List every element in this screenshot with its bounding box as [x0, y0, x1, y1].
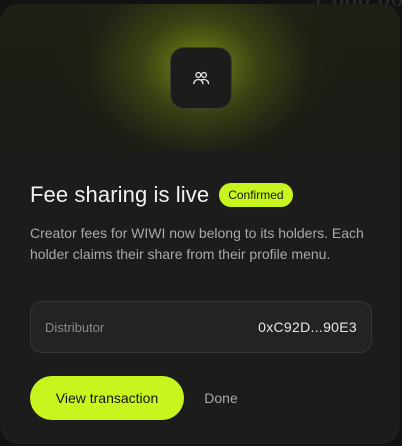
- dialog-title: Fee sharing is live: [30, 182, 210, 207]
- title-row: Fee sharing is live Confirmed: [30, 182, 293, 208]
- status-badge: Confirmed: [219, 183, 293, 207]
- users-icon: [193, 71, 210, 85]
- distributor-label: Distributor: [45, 319, 105, 335]
- view-transaction-button[interactable]: View transaction: [30, 376, 184, 420]
- distributor-info: Distributor 0xC92D...90E3: [30, 301, 372, 353]
- dialog-hero: [0, 4, 400, 151]
- done-button[interactable]: Done: [188, 376, 254, 420]
- icon-tile: [170, 47, 232, 109]
- dialog-description: Creator fees for WIWI now belong to its …: [30, 225, 364, 262]
- distributor-address[interactable]: 0xC92D...90E3: [258, 319, 357, 335]
- fee-sharing-dialog: Fee sharing is live Confirmed Creator fe…: [0, 4, 400, 444]
